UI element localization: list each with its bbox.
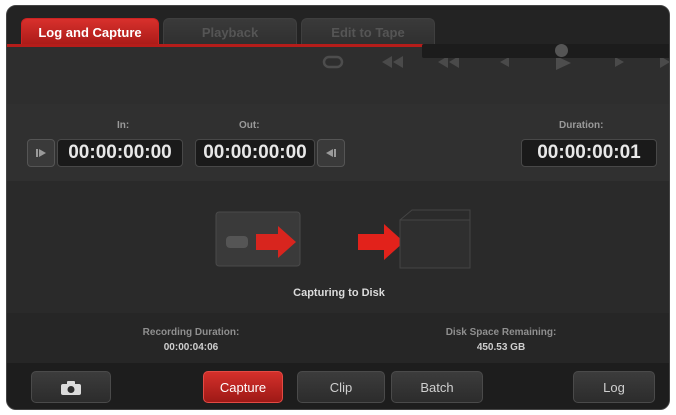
snapshot-button[interactable] [31, 371, 111, 403]
out-label: Out: [239, 120, 260, 131]
capture-status-panel: Capturing to Disk [7, 181, 669, 313]
clip-button[interactable]: Clip [297, 371, 385, 403]
capture-status-text: Capturing to Disk [293, 287, 385, 299]
scrub-bar[interactable] [422, 44, 669, 58]
batch-button[interactable]: Batch [391, 371, 483, 403]
recording-duration-label: Recording Duration: [142, 327, 240, 338]
capture-window: Log and Capture Playback Edit to Tape In… [6, 5, 670, 410]
tab-log-and-capture[interactable]: Log and Capture [21, 18, 159, 46]
out-timecode-field[interactable]: 00:00:00:00 [195, 139, 315, 167]
transfer-arrow-icon [358, 224, 404, 260]
disk-space-label: Disk Space Remaining: [445, 327, 557, 338]
rewind-to-start-icon[interactable] [379, 55, 405, 73]
duration-label: Duration: [559, 120, 604, 131]
loop-icon[interactable] [322, 55, 344, 73]
disk-icon [399, 209, 471, 269]
timecode-panel: In: Out: Duration: 00:00:00:00 00:00:00:… [7, 104, 669, 181]
recording-duration-value: 00:00:04:06 [163, 342, 219, 353]
tab-playback[interactable]: Playback [163, 18, 297, 46]
disk-space-value: 450.53 GB [476, 342, 526, 353]
log-button[interactable]: Log [573, 371, 655, 403]
in-timecode-field[interactable]: 00:00:00:00 [57, 139, 183, 167]
source-device-icon [215, 211, 301, 267]
in-label: In: [117, 120, 130, 131]
tab-bar: Log and Capture Playback Edit to Tape [7, 6, 669, 46]
play-icon[interactable] [553, 55, 573, 75]
capture-to-disk-graphic [215, 209, 471, 269]
tab-edit-to-tape[interactable]: Edit to Tape [301, 18, 435, 46]
scrub-handle[interactable] [555, 44, 568, 57]
info-row: Recording Duration: 00:00:04:06 Disk Spa… [7, 313, 669, 363]
mark-in-button[interactable] [27, 139, 55, 167]
mark-out-button[interactable] [317, 139, 345, 167]
bottom-toolbar: Capture Clip Batch Log [7, 363, 669, 409]
camera-icon [61, 381, 81, 395]
capture-button[interactable]: Capture [203, 371, 283, 403]
duration-timecode-field: 00:00:00:01 [521, 139, 657, 167]
